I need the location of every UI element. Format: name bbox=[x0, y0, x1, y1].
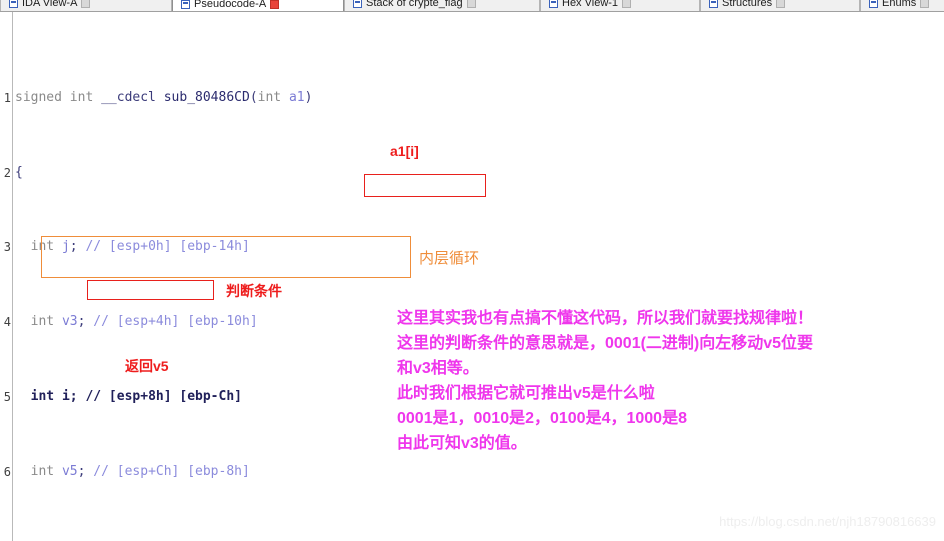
code-line: 2 { bbox=[0, 164, 47, 183]
line-source: int v5; // [esp+Ch] [ebp-8h] bbox=[15, 463, 250, 479]
tab-stack-of-crypte-flag[interactable]: Stack of crypte_flag bbox=[344, 0, 540, 11]
annotation-note-line-3: 和v3相等。 bbox=[397, 360, 479, 377]
tab-ida-view-a[interactable]: IDA View-A bbox=[0, 0, 172, 11]
tab-label: Stack of crypte_flag bbox=[366, 0, 463, 9]
code-line: 6 int v5; // [esp+Ch] [ebp-8h] bbox=[0, 463, 250, 482]
line-number: 3 bbox=[3, 240, 11, 255]
close-icon[interactable] bbox=[81, 0, 91, 8]
document-icon bbox=[549, 0, 558, 8]
tab-pseudocode-a[interactable]: Pseudocode-A bbox=[172, 0, 344, 11]
close-icon[interactable] bbox=[466, 0, 476, 8]
line-source: int v3; // [esp+4h] [ebp-10h] bbox=[15, 314, 258, 330]
annotation-label-a1-index: a1[i] bbox=[390, 143, 419, 159]
tab-label: Pseudocode-A bbox=[194, 0, 267, 10]
line-number: 1 bbox=[3, 90, 11, 105]
code-listing[interactable]: 1 signed int __cdecl sub_80486CD(int a1)… bbox=[0, 14, 313, 541]
close-icon[interactable] bbox=[920, 0, 930, 8]
line-number: 4 bbox=[3, 315, 11, 330]
code-line: 3 int j; // [esp+0h] [ebp-14h] bbox=[0, 238, 250, 257]
tab-label: Enums bbox=[882, 0, 917, 9]
document-icon bbox=[353, 0, 362, 8]
close-icon[interactable] bbox=[270, 0, 280, 9]
annotation-label-return-v5: 返回v5 bbox=[125, 358, 169, 374]
annotation-note-line-1: 这里其实我也有点搞不懂这代码，所以我们就要找规律啦！ bbox=[397, 310, 814, 327]
code-line: 1 signed int __cdecl sub_80486CD(int a1) bbox=[0, 89, 313, 108]
annotation-label-inner-loop: 内层循环 bbox=[419, 250, 480, 267]
line-number: 6 bbox=[3, 464, 11, 479]
close-icon[interactable] bbox=[776, 0, 786, 8]
close-icon[interactable] bbox=[622, 0, 632, 8]
document-icon bbox=[709, 0, 718, 8]
tab-label: Structures bbox=[722, 0, 773, 9]
code-line: 5 int i; // [esp+8h] [ebp-Ch] bbox=[0, 388, 242, 407]
document-icon bbox=[181, 0, 190, 9]
annotation-note-line-5: 0001是1，0010是2，0100是4，1000是8 bbox=[397, 410, 687, 427]
line-source: signed int __cdecl sub_80486CD(int a1) bbox=[15, 89, 313, 105]
code-line: 4 int v3; // [esp+4h] [ebp-10h] bbox=[0, 313, 258, 332]
line-number: 5 bbox=[3, 390, 11, 404]
line-number: 7 bbox=[0, 538, 11, 541]
tab-label: IDA View-A bbox=[22, 0, 78, 9]
annotation-box-condition bbox=[87, 280, 214, 300]
pseudocode-editor[interactable]: 1 signed int __cdecl sub_80486CD(int a1)… bbox=[0, 12, 944, 541]
tab-structures[interactable]: Structures bbox=[700, 0, 860, 11]
watermark: https://blog.csdn.net/njh18790816639 bbox=[719, 514, 936, 529]
tab-hex-view-1[interactable]: Hex View-1 bbox=[540, 0, 700, 11]
line-source: int j; // [esp+0h] [ebp-14h] bbox=[15, 239, 250, 255]
view-tab-bar: IDA View-A Pseudocode-A Stack of crypte_… bbox=[0, 0, 944, 12]
tab-enums[interactable]: Enums bbox=[860, 0, 944, 11]
annotation-label-condition: 判断条件 bbox=[226, 283, 282, 299]
annotation-note-line-2: 这里的判断条件的意思就是，0001(二进制)向左移动v5位要 bbox=[397, 335, 814, 352]
line-number: 2 bbox=[3, 165, 11, 180]
code-line: 7 bbox=[0, 538, 47, 541]
annotation-box-a1-index bbox=[364, 174, 486, 197]
document-icon bbox=[9, 0, 18, 8]
annotation-note-line-6: 由此可知v3的值。 bbox=[397, 435, 527, 452]
line-source bbox=[15, 538, 23, 541]
line-source: int i; // [esp+8h] [ebp-Ch] bbox=[15, 389, 242, 404]
line-source: { bbox=[15, 164, 23, 180]
tab-label: Hex View-1 bbox=[562, 0, 619, 9]
document-icon bbox=[869, 0, 878, 8]
annotation-note-line-4: 此时我们根据它就可推出v5是什么啦 bbox=[397, 385, 655, 402]
